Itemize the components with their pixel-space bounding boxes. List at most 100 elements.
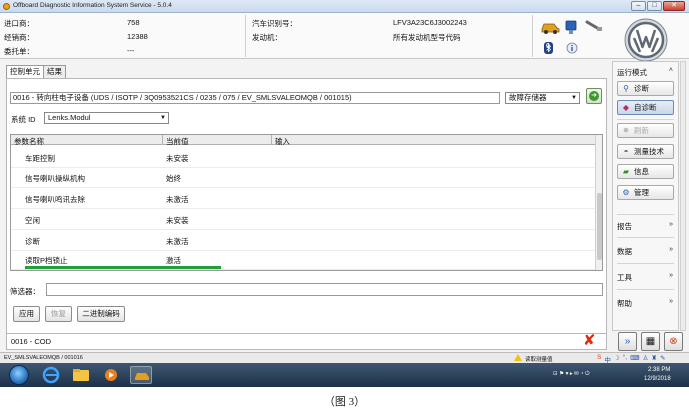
parameter-table: 参数名称 当前值 输入 车距控制 未安装 信号喇叭操纵机构 始终 信号喇叭鸣讯去… [10, 134, 603, 271]
sidebar-divider [617, 214, 674, 215]
sidebar-section-data[interactable]: 数据 [617, 246, 632, 257]
connection-tools: 0 [540, 18, 610, 56]
sidebar-section-tools[interactable]: 工具 [617, 272, 632, 283]
column-separator [162, 135, 163, 145]
clock-time[interactable]: 2:38 PM [648, 367, 670, 373]
client-value: --- [127, 46, 135, 55]
sidebar-item-label: 测量技术 [634, 147, 664, 156]
table-row[interactable]: 车距控制 未安装 [11, 147, 597, 168]
vin-label: 汽车识别号： [252, 19, 297, 28]
table-row[interactable]: 诊断 未激活 [11, 230, 597, 251]
sidebar-divider [617, 119, 674, 120]
admin-icon: ⚙ [622, 188, 630, 197]
tab-control-unit[interactable]: 控制单元 [6, 65, 44, 78]
column-header-value[interactable]: 当前值 [166, 136, 189, 147]
parameter-value: 未激活 [166, 195, 189, 204]
parameter-name: 空闲 [25, 216, 40, 225]
sidebar-item-info[interactable]: ▰ 信息 [617, 164, 674, 179]
binary-code-button[interactable]: 二进制编码 [77, 306, 125, 322]
vehicle-header: 进口商： 758 经销商： 12388 委托单： --- 汽车识别号： LFV3… [0, 13, 689, 59]
engine-value: 所有发动机型号代码 [393, 33, 461, 42]
sidebar: 运行模式 ˄ ⚲ 诊断 ◆ 自诊断 ✸ 刷新 ◓ 测量技术 ▰ 信息 ⚙ 管理 … [612, 61, 679, 331]
sidebar-item-label: 信息 [634, 167, 649, 176]
warning-icon [514, 354, 522, 361]
browser-icon[interactable] [40, 366, 62, 384]
table-header: 参数名称 当前值 输入 [11, 135, 597, 147]
vw-logo-icon [624, 18, 668, 62]
expand-toggle[interactable]: » [669, 221, 673, 228]
parameter-value: 始终 [166, 174, 181, 183]
system-id-select[interactable]: Lenks.Modul ▼ [44, 112, 169, 124]
sidebar-section-report[interactable]: 报告 [617, 221, 632, 232]
expand-toggle[interactable]: » [669, 272, 673, 279]
odis-task-icon[interactable] [130, 366, 152, 384]
system-id-label: 系统 ID [11, 115, 36, 124]
parameter-value: 未安装 [166, 154, 189, 163]
sidebar-scrollbar[interactable] [680, 61, 686, 331]
user-icon: ♙ [642, 355, 649, 362]
ime-toolbar[interactable]: S 中 ☽ °, ⌨ ♙ ♜ ✎ [597, 354, 666, 364]
column-separator [271, 135, 272, 145]
column-header-input[interactable]: 输入 [275, 136, 290, 147]
ecu-address-field[interactable]: 0016 - 转向柱电子设备 (UDS / ISOTP / 3Q0953521C… [10, 92, 500, 104]
sidebar-item-measurement[interactable]: ◓ 测量技术 [617, 144, 674, 159]
status-left: EV_SMLSVALEOMQB / 001016 [4, 355, 83, 361]
status-digit: 0 [546, 43, 550, 50]
gauge-icon: ◓ [623, 147, 629, 156]
folder-icon[interactable] [70, 366, 92, 384]
filter-input[interactable] [46, 283, 603, 296]
parameter-value: 未激活 [166, 237, 189, 246]
title-bar: Offboard Diagnostic Information System S… [0, 0, 689, 13]
expand-toggle[interactable]: » [669, 298, 673, 305]
forward-icon[interactable]: » [618, 332, 637, 351]
clock-date[interactable]: 12/9/2018 [644, 376, 671, 382]
cancel-icon[interactable]: ✘ [583, 333, 596, 349]
table-scrollbar[interactable] [595, 135, 602, 270]
scrollbar-thumb[interactable] [597, 193, 602, 260]
parameter-name: 读取P档锁止 [25, 256, 68, 265]
collapse-toggle[interactable]: ˄ [669, 67, 673, 74]
table-row[interactable]: 信号喇叭操纵机构 始终 [11, 167, 597, 188]
column-header-name[interactable]: 参数名称 [14, 136, 44, 147]
sidebar-item-diagnosis[interactable]: ⚲ 诊断 [617, 81, 674, 96]
start-button[interactable] [9, 365, 29, 385]
parameter-name: 诊断 [25, 237, 40, 246]
distributor-label: 经销商： [4, 33, 34, 42]
engine-label: 发动机： [252, 33, 282, 42]
tab-results[interactable]: 结果 [43, 65, 66, 78]
media-player-icon[interactable] [100, 366, 122, 384]
header-divider [245, 15, 246, 57]
sidebar-item-flash[interactable]: ✸ 刷新 [617, 123, 674, 138]
highlight-underline [25, 266, 221, 269]
stop-icon[interactable]: ⊗ [664, 332, 683, 351]
car-icon [541, 23, 560, 34]
expand-toggle[interactable]: » [669, 246, 673, 253]
sidebar-item-self-diagnosis[interactable]: ◆ 自诊断 [617, 100, 674, 115]
status-mid: 读取测量值 [525, 357, 553, 363]
restore-button[interactable]: 恢复 [45, 306, 72, 322]
sidebar-item-admin[interactable]: ⚙ 管理 [617, 185, 674, 200]
sidebar-item-label: 管理 [634, 188, 649, 197]
table-row[interactable]: 空闲 未安装 [11, 209, 597, 230]
keyboard-icon: ⌨ [630, 355, 640, 362]
close-button[interactable]: ✕ [663, 1, 685, 11]
tray-icons[interactable]: ⊡ ⚑ ▾ ▸ ✉ ◔ ⏻ [553, 371, 590, 378]
sidebar-item-label: 刷新 [634, 126, 649, 135]
system-id-value: Lenks.Modul [48, 113, 91, 122]
minimize-button[interactable]: – [631, 1, 646, 11]
sidebar-section-help[interactable]: 帮助 [617, 298, 632, 309]
maximize-button[interactable]: □ [647, 1, 662, 11]
execute-button[interactable]: ➜ [586, 88, 602, 104]
sidebar-item-label: 诊断 [634, 84, 649, 93]
grid-icon[interactable]: ▦ [641, 332, 660, 351]
sidebar-divider [617, 289, 674, 290]
selected-unit-status: 0016 - COD [6, 333, 607, 350]
chevron-down-icon: ▼ [571, 95, 577, 101]
table-row[interactable]: 信号喇叭鸣讯去除 未激活 [11, 188, 597, 209]
apply-button[interactable]: 应用 [13, 306, 40, 322]
flash-icon: ✸ [622, 126, 630, 135]
distributor-value: 12388 [127, 32, 148, 41]
moon-icon: ☽ [613, 355, 620, 362]
memory-select[interactable]: 故障存储器 ▼ [505, 92, 580, 104]
diagnostic-interface-icon [565, 20, 577, 34]
